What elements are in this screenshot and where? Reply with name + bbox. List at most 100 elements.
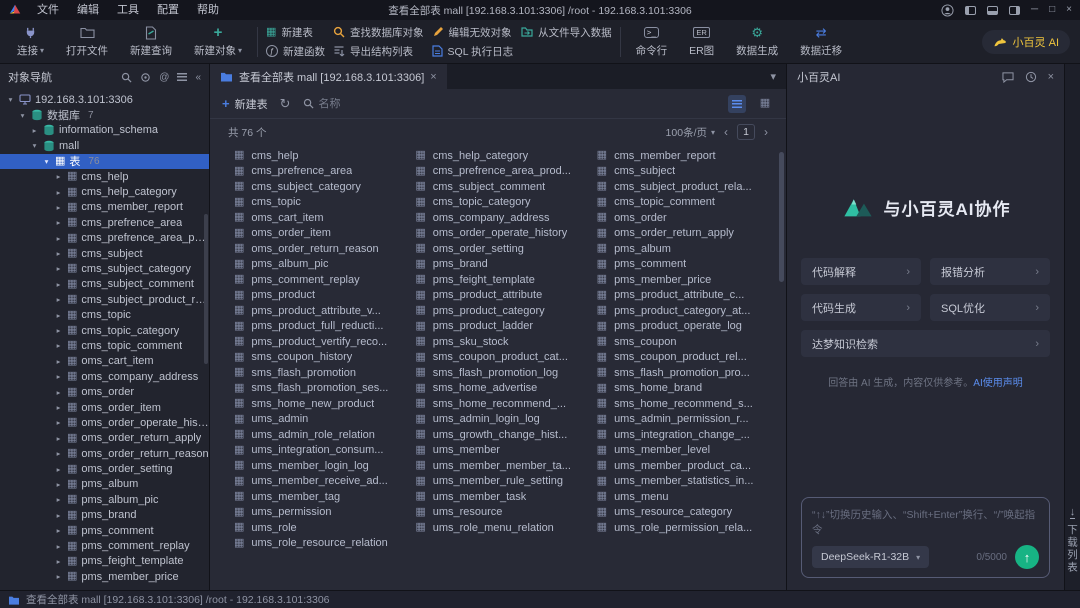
chevron-right-icon[interactable]: ▸ (54, 465, 63, 474)
table-item[interactable]: ▦ ums_admin_login_log (415, 412, 584, 428)
table-item[interactable]: ▦ cms_topic (234, 195, 403, 211)
table-item[interactable]: ▦ ums_integration_consum... (234, 443, 403, 459)
table-item[interactable]: ▦ cms_help_category (415, 148, 584, 164)
chevron-right-icon[interactable]: ▸ (54, 326, 63, 335)
table-item[interactable]: ▦ cms_topic_comment (597, 195, 766, 211)
table-item[interactable]: ▦ ums_member_rule_setting (415, 474, 584, 490)
cmdline-button[interactable]: >_ 命令行 (629, 23, 675, 60)
data-generate-button[interactable]: ⚙ 数据生成 (729, 23, 785, 60)
table-item[interactable]: ▦ oms_order (597, 210, 766, 226)
table-item[interactable]: ▦ cms_prefrence_area_prod... (415, 164, 584, 180)
tree-node-table[interactable]: ▸ ▦ cms_prefrence_area (0, 215, 209, 230)
chevron-right-icon[interactable]: ▸ (30, 126, 39, 135)
new-table-button[interactable]: ▦ 新建表 (266, 25, 325, 40)
table-item[interactable]: ▦ pms_product_attribute (415, 288, 584, 304)
edit-invalid-button[interactable]: 编辑无效对象 (432, 25, 514, 40)
chevron-right-icon[interactable]: ▸ (54, 203, 63, 212)
search-icon[interactable] (121, 72, 132, 83)
chevron-right-icon[interactable]: ▸ (54, 234, 63, 243)
tree-node-table[interactable]: ▸ ▦ cms_topic_comment (0, 338, 209, 353)
table-item[interactable]: ▦ ums_role (234, 520, 403, 536)
table-item[interactable]: ▦ sms_flash_promotion_ses... (234, 381, 403, 397)
ai-action-button[interactable]: SQL优化 › (930, 294, 1050, 321)
table-item[interactable]: ▦ cms_subject_category (234, 179, 403, 195)
chevron-right-icon[interactable]: ▸ (54, 511, 63, 520)
table-item[interactable]: ▦ cms_subject_comment (415, 179, 584, 195)
maximize-button[interactable]: □ (1049, 0, 1055, 20)
ai-disclaimer-link[interactable]: AI使用声明 (973, 378, 1022, 389)
tab-view-all-tables[interactable]: 查看全部表 mall [192.168.3.101:3306] × (210, 64, 447, 89)
tree-node-table[interactable]: ▸ ▦ oms_order_operate_history (0, 415, 209, 430)
table-item[interactable]: ▦ pms_product_attribute_c... (597, 288, 766, 304)
table-item[interactable]: ▦ sms_coupon (597, 334, 766, 350)
tree-node-table[interactable]: ▸ ▦ oms_order_item (0, 400, 209, 415)
table-item[interactable]: ▦ sms_coupon_history (234, 350, 403, 366)
new-query-button[interactable]: 新建查询 (123, 23, 179, 60)
data-migrate-button[interactable]: ⇄ 数据迁移 (793, 23, 849, 60)
table-item[interactable]: ▦ cms_help (234, 148, 403, 164)
chevron-right-icon[interactable]: ▸ (54, 357, 63, 366)
ai-kb-search-button[interactable]: 达梦知识检索 › (801, 330, 1050, 357)
find-db-object-button[interactable]: 查找数据库对象 (333, 25, 424, 40)
tree-node-table[interactable]: ▸ ▦ cms_member_report (0, 200, 209, 215)
table-item[interactable]: ▦ ums_integration_change_... (597, 427, 766, 443)
tree-node-mall[interactable]: ▾ mall (0, 138, 209, 153)
ai-prompt-input[interactable] (812, 507, 1039, 539)
chevron-right-icon[interactable]: ▸ (54, 495, 63, 504)
table-item[interactable]: ▦ ums_role_permission_rela... (597, 520, 766, 536)
table-item[interactable]: ▦ ums_member_tag (234, 489, 403, 505)
close-button[interactable]: × (1066, 0, 1072, 20)
list-view-button[interactable] (728, 95, 746, 113)
ai-assistant-button[interactable]: 小百灵 AI (982, 30, 1070, 54)
table-item[interactable]: ▦ pms_brand (415, 257, 584, 273)
table-item[interactable]: ▦ pms_album (597, 241, 766, 257)
table-item[interactable]: ▦ sms_coupon_product_cat... (415, 350, 584, 366)
prev-page-button[interactable]: ‹ (724, 125, 728, 139)
toggle-left-panel-icon[interactable] (965, 6, 976, 15)
page-size-select[interactable]: 100条/页 ▾ (666, 125, 715, 140)
table-item[interactable]: ▦ ums_admin (234, 412, 403, 428)
toggle-bottom-panel-icon[interactable] (987, 6, 998, 15)
table-item[interactable]: ▦ ums_member_level (597, 443, 766, 459)
locate-icon[interactable] (140, 72, 151, 83)
sort-icon[interactable] (177, 73, 187, 81)
tree-node-table[interactable]: ▸ ▦ pms_comment (0, 523, 209, 538)
tree-node-table[interactable]: ▸ ▦ cms_subject_comment (0, 277, 209, 292)
tree-node-table[interactable]: ▸ ▦ cms_subject (0, 246, 209, 261)
tree-node-table[interactable]: ▸ ▦ oms_cart_item (0, 354, 209, 369)
table-item[interactable]: ▦ ums_member_receive_ad... (234, 474, 403, 490)
table-item[interactable]: ▦ pms_product_category_at... (597, 303, 766, 319)
chevron-right-icon[interactable]: ▸ (54, 542, 63, 551)
table-item[interactable]: ▦ ums_resource (415, 505, 584, 521)
new-table-button[interactable]: + 新建表 (222, 96, 268, 112)
table-item[interactable]: ▦ ums_member_login_log (234, 458, 403, 474)
close-panel-icon[interactable]: × (1048, 71, 1054, 83)
chevron-right-icon[interactable]: ▸ (54, 264, 63, 273)
next-page-button[interactable]: › (764, 125, 768, 139)
chevron-right-icon[interactable]: ▸ (54, 526, 63, 535)
table-item[interactable]: ▦ pms_comment (597, 257, 766, 273)
chevron-right-icon[interactable]: ▸ (54, 557, 63, 566)
tree-node-table[interactable]: ▸ ▦ oms_order (0, 384, 209, 399)
tree-node-table[interactable]: ▸ ▦ pms_album_pic (0, 492, 209, 507)
toggle-right-panel-icon[interactable] (1009, 6, 1020, 15)
chevron-right-icon[interactable]: ▸ (54, 172, 63, 181)
search-input[interactable] (319, 98, 379, 110)
table-item[interactable]: ▦ cms_topic_category (415, 195, 584, 211)
table-item[interactable]: ▦ oms_order_return_reason (234, 241, 403, 257)
ai-action-button[interactable]: 代码解释 › (801, 258, 921, 285)
tree-node-table[interactable]: ▸ ▦ cms_subject_product_relation (0, 292, 209, 307)
table-item[interactable]: ▦ sms_home_new_product (234, 396, 403, 412)
chat-icon[interactable] (1002, 72, 1014, 83)
chevron-down-icon[interactable]: ▾ (42, 157, 51, 166)
table-item[interactable]: ▦ pms_product_operate_log (597, 319, 766, 335)
table-item[interactable]: ▦ ums_member_product_ca... (597, 458, 766, 474)
menu-item[interactable]: 帮助 (188, 0, 228, 20)
export-structure-button[interactable]: 导出结构列表 (333, 44, 424, 59)
chevron-right-icon[interactable]: ▸ (54, 418, 63, 427)
chevron-right-icon[interactable]: ▸ (54, 188, 63, 197)
table-item[interactable]: ▦ pms_product_category (415, 303, 584, 319)
chevron-right-icon[interactable]: ▸ (54, 480, 63, 489)
ai-action-button[interactable]: 代码生成 › (801, 294, 921, 321)
table-item[interactable]: ▦ pms_sku_stock (415, 334, 584, 350)
